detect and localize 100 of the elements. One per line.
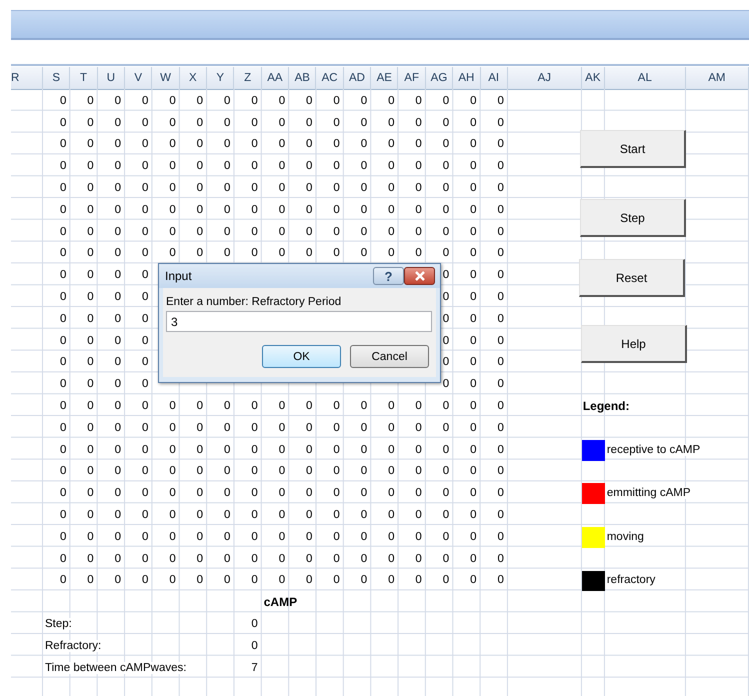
column-header[interactable]: R [11, 67, 43, 89]
cell-value: 0 [169, 487, 176, 500]
column-header[interactable]: AF [398, 67, 426, 89]
column-header[interactable]: AA [262, 67, 290, 89]
cell-value: 0 [470, 465, 476, 478]
cell-value: 0 [142, 269, 148, 282]
cell-value: 0 [442, 444, 450, 456]
cell-value: 0 [278, 509, 286, 522]
column-header[interactable]: U [98, 67, 126, 89]
cell-value: 0 [196, 530, 204, 543]
cell-value: 0 [224, 465, 230, 478]
column-header[interactable]: AJ [508, 67, 582, 89]
cell-value: 0 [470, 509, 476, 522]
cell-value: 0 [278, 465, 286, 478]
cell-value: 0 [251, 116, 258, 129]
column-header[interactable]: Z [234, 67, 262, 89]
column-header[interactable]: AI [480, 67, 508, 89]
column-header[interactable]: V [125, 67, 152, 89]
cell-value: 0 [388, 530, 394, 543]
cell-value: 0 [87, 530, 94, 543]
dialog-button[interactable]: Cancel [350, 345, 429, 368]
cell-value: 0 [306, 182, 312, 194]
column-header[interactable]: AD [344, 67, 372, 89]
cell-value: 0 [142, 465, 148, 478]
column-header[interactable]: AC [316, 67, 344, 89]
input-field[interactable]: 3 [166, 311, 432, 332]
cell-value: 0 [278, 487, 286, 500]
cell-value: 0 [360, 487, 368, 500]
cell-value: 0 [87, 160, 94, 172]
cell-value: 0 [278, 247, 286, 260]
cell-value: 0 [497, 422, 504, 434]
cell-value: 0 [60, 247, 66, 260]
column-header[interactable]: AM [686, 67, 749, 89]
cell-value: 0 [142, 247, 148, 260]
cell-value: 0 [442, 552, 450, 565]
cell-value: 0 [415, 444, 422, 456]
cell-value: 0 [60, 574, 66, 586]
help-button[interactable]: ? [373, 267, 404, 285]
cell-value: 0 [497, 226, 504, 238]
cell-value: 0 [87, 378, 94, 390]
column-header[interactable]: Y [207, 67, 234, 89]
cell-value: 0 [333, 422, 340, 434]
column-header[interactable]: AB [289, 67, 316, 89]
cell-value: 0 [388, 116, 394, 129]
cell-value: 0 [442, 312, 450, 325]
cell-value: 0 [497, 247, 504, 260]
macro-button[interactable]: Help [581, 325, 687, 363]
cell-value: 0 [196, 247, 204, 260]
cell-value: 0 [333, 160, 340, 172]
column-header[interactable]: AH [453, 67, 480, 89]
cell-value: 0 [415, 116, 422, 129]
cell-value: 0 [497, 116, 504, 129]
cell-value: 0 [60, 356, 66, 368]
column-header[interactable]: AK [582, 67, 605, 89]
close-button[interactable] [404, 267, 435, 285]
macro-button[interactable]: Step [580, 199, 686, 237]
column-header[interactable]: W [152, 67, 180, 89]
cell-value: 0 [442, 356, 450, 368]
cell-value: 0 [114, 226, 122, 238]
cell-value: 0 [388, 247, 394, 260]
cell-value: 0 [60, 138, 66, 150]
cell-value: 0 [114, 182, 122, 194]
column-header[interactable]: X [180, 67, 208, 89]
cell-value: 0 [360, 247, 368, 260]
cell-value: 0 [251, 182, 258, 194]
column-header[interactable]: T [70, 67, 98, 89]
cell-value: 0 [306, 422, 312, 434]
macro-button[interactable]: Start [580, 130, 686, 168]
cell-value: 0 [87, 138, 94, 150]
cell-value: 0 [224, 116, 230, 129]
column-header[interactable]: AG [426, 67, 454, 89]
cell-value: 0 [360, 552, 368, 565]
cell-value: 0 [333, 182, 340, 194]
cell-value: 0 [470, 574, 476, 586]
column-header[interactable]: AE [371, 67, 398, 89]
column-header[interactable]: AL [604, 67, 686, 89]
cell-value: 0 [196, 204, 204, 216]
cell-value: 0 [196, 182, 204, 194]
cell-value: 0 [442, 269, 450, 282]
dialog-button[interactable]: OK [262, 345, 341, 368]
column-header[interactable]: S [43, 67, 70, 89]
cell-value: 0 [169, 530, 176, 543]
cell-value: 0 [114, 509, 122, 522]
cell-value: 0 [497, 465, 504, 478]
cell-value: 0 [60, 116, 66, 129]
cell-value: 0 [333, 400, 340, 412]
cell-value: 0 [497, 182, 504, 194]
cell-value: 0 [415, 422, 422, 434]
cell-value: 0 [497, 552, 504, 565]
cell-value: 0 [114, 356, 122, 368]
cell-value: 0 [333, 530, 340, 543]
cell-value: 0 [278, 226, 286, 238]
cell-value: 0 [360, 182, 368, 194]
cell-value: 0 [114, 312, 122, 325]
cell-value: 0 [169, 138, 176, 150]
macro-button[interactable]: Reset [579, 259, 685, 297]
cell-value: 0 [388, 552, 394, 565]
cell-value: 0 [415, 226, 422, 238]
legend-label: receptive to cAMP [606, 444, 700, 456]
cell-value: 0 [169, 116, 176, 129]
